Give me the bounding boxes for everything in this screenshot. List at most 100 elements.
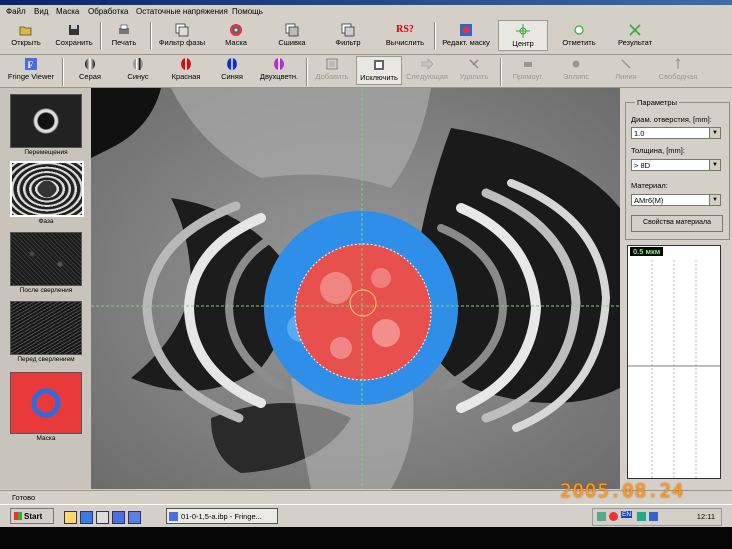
tray-app-icon[interactable] [637,512,646,521]
line-label: Линия [615,72,637,81]
quicklaunch-fringe-icon[interactable] [128,511,141,524]
start-label: Start [24,512,43,521]
save-button[interactable]: Сохранить [52,23,96,47]
open-label: Открыть [11,38,41,47]
rectangle-button[interactable]: Прямоуг. [508,57,548,81]
palette-sine-button[interactable]: Синус [118,57,158,81]
stitch-icon [285,23,299,37]
language-indicator[interactable]: EN [621,511,633,518]
thickness-select[interactable]: > 8D ▼ [631,159,721,171]
mark-label: Отметить [562,38,596,47]
start-button[interactable]: Start [10,508,54,524]
compute-button[interactable]: RS? Вычислить [380,23,430,47]
phase-filter-icon [175,23,189,37]
rs-compute-icon: RS? [396,24,414,35]
edit-mask-button[interactable]: Редакт. маску [438,23,494,47]
filter-button[interactable]: Фильтр [328,23,368,47]
center-button[interactable]: Центр [498,20,548,51]
menu-processing[interactable]: Обработка [88,7,128,16]
add-button[interactable]: Добавить [312,57,352,81]
taskbar-item-fringe[interactable]: 01-0-1,5-a.ibp - Fringe... [166,508,278,524]
edit-mask-icon [460,24,472,36]
palette-gray-label: Серая [79,72,101,81]
gray-palette-icon [85,58,95,70]
chevron-down-icon[interactable]: ▼ [709,195,720,205]
thumbnail-label: Маска [36,435,56,442]
svg-text:F: F [28,60,34,70]
hole-diameter-select[interactable]: 1.0 ▼ [631,127,721,139]
parameters-panel: Параметры Диам. отверстия, [mm]: 1.0 ▼ Т… [621,88,732,489]
after-drilling-preview [10,232,82,286]
exclude-label: Исключить [360,73,398,82]
print-button[interactable]: Печать [104,23,144,47]
freehand-button[interactable]: Свободная [654,57,702,81]
clock: 12:11 [696,512,715,521]
thumbnail-after-drilling[interactable]: После сверления [10,232,82,294]
fringe-viewer-label: Fringe Viewer [7,72,55,81]
chevron-down-icon[interactable]: ▼ [709,128,720,138]
tray-volume-icon[interactable] [649,512,658,521]
print-label: Печать [111,38,137,47]
sine-palette-icon [133,58,143,70]
tray-network-icon[interactable] [597,512,606,521]
thumbnail-label: Перемещения [24,149,68,156]
taskbar-item-label: 01-0-1,5-a.ibp - Fringe... [181,512,262,521]
thumbnail-mask[interactable]: Маска [10,372,82,442]
material-properties-button[interactable]: Свойства материала [631,215,723,232]
menu-view[interactable]: Вид [34,7,48,16]
quicklaunch-browser-icon[interactable] [80,511,93,524]
thumbnail-displacements[interactable]: Перемещения [10,94,82,156]
thumbnail-label: После сверления [19,287,73,294]
stitch-button[interactable]: Сшивка [272,23,312,47]
hole-diameter-value: 1.0 [634,129,645,138]
quicklaunch-explorer-icon[interactable] [96,511,109,524]
mask-label: Маска [225,38,247,47]
palette-red-button[interactable]: Красная [166,57,206,81]
result-icon [629,24,641,36]
mask-preview [10,372,82,434]
profile-graph[interactable]: 0.5 мкм [627,245,721,479]
thumbnail-panel: Перемещения Фаза После сверления Перед с… [0,88,92,489]
phase-map [91,88,620,489]
line-button[interactable]: Линия [606,57,646,81]
fringe-viewer-button[interactable]: F Fringe Viewer [6,57,56,81]
open-button[interactable]: Открыть [4,23,48,47]
delete-button[interactable]: Удалить [454,57,494,81]
quicklaunch-desktop-icon[interactable] [64,511,77,524]
palette-blue-button[interactable]: Синяя [212,57,252,81]
ellipse-button[interactable]: Эллипс [556,57,596,81]
thickness-label: Толщина, [mm]: [631,146,685,155]
material-value: АМг6(М) [634,196,664,205]
tray-antivirus-icon[interactable] [609,512,618,521]
exclude-button[interactable]: Исключить [356,56,402,85]
menu-residual-stress[interactable]: Остаточные напряжения [136,7,228,16]
stitch-label: Сшивка [278,38,306,47]
quicklaunch-app-icon[interactable] [112,511,125,524]
app-icon [169,512,178,521]
next-button[interactable]: Следующая [404,57,450,81]
menu-file[interactable]: Файл [6,7,26,16]
blue-palette-icon [227,58,237,70]
thumbnail-before-drilling[interactable]: Перед сверлением [10,301,82,363]
system-tray: EN 12:11 [592,508,722,526]
result-button[interactable]: Результат [608,23,662,47]
mask-button[interactable]: Маска [216,23,256,47]
chevron-down-icon[interactable]: ▼ [709,160,720,170]
palette-two-color-button[interactable]: Двухцветн. [256,57,302,81]
menu-help[interactable]: Помощь [232,7,263,16]
exclude-icon [374,60,384,70]
printer-icon [119,24,129,34]
phase-image-canvas[interactable] [91,88,620,489]
delete-label: Удалить [459,72,489,81]
thumbnail-phase[interactable]: Фаза [10,161,84,225]
mark-button[interactable]: Отметить [556,23,602,47]
fringe-viewer-icon: F [25,58,37,70]
edit-mask-label: Редакт. маску [442,38,490,47]
menu-mask[interactable]: Маска [56,7,79,16]
palette-sine-label: Синус [127,72,149,81]
palette-blue-label: Синяя [221,72,243,81]
parameters-title: Параметры [635,98,679,107]
palette-gray-button[interactable]: Серая [70,57,110,81]
material-select[interactable]: АМг6(М) ▼ [631,194,721,206]
phase-filter-button[interactable]: Фильтр фазы [154,23,210,47]
